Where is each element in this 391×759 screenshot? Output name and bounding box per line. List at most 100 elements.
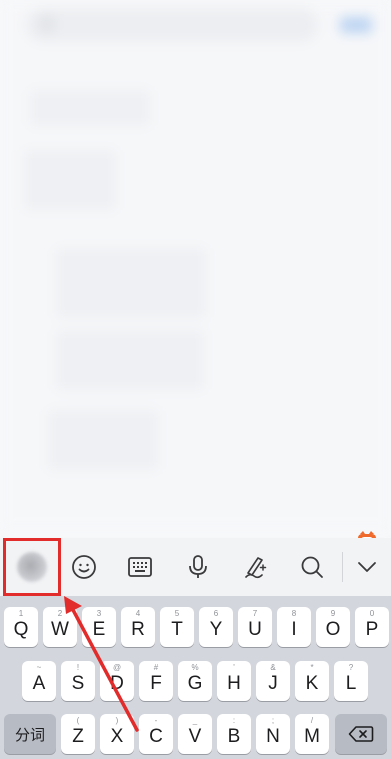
- voice-input-button[interactable]: [173, 538, 223, 596]
- keyboard-switch-button[interactable]: [115, 538, 165, 596]
- handwriting-icon: [245, 557, 267, 579]
- key-label: J: [268, 673, 278, 694]
- key-label: P: [365, 619, 379, 640]
- key-hint: 8: [291, 609, 297, 618]
- key-c[interactable]: -C: [139, 714, 173, 754]
- key-q[interactable]: 1Q: [4, 607, 38, 647]
- key-label: Z: [72, 726, 84, 747]
- key-hint: ': [233, 663, 235, 672]
- blurred-block: [30, 90, 150, 126]
- key-hint: @: [112, 663, 122, 672]
- key-hint: 7: [252, 609, 258, 618]
- key-row-1: 1Q 2W 3E 4R 5T 6Y 7U 8I 9O 0P: [0, 607, 391, 651]
- key-label: I: [291, 619, 297, 640]
- key-p[interactable]: 0P: [355, 607, 389, 647]
- backspace-key[interactable]: [335, 714, 387, 754]
- key-label: K: [305, 673, 319, 694]
- key-k[interactable]: * K: [295, 661, 329, 701]
- blurred-block: [24, 150, 116, 210]
- key-hint: (: [76, 716, 80, 725]
- key-i[interactable]: 8I: [277, 607, 311, 647]
- key-n[interactable]: ; N: [256, 714, 290, 754]
- blurred-block: [56, 248, 206, 318]
- key-a[interactable]: ~ A: [22, 661, 56, 701]
- search-button[interactable]: [287, 538, 337, 596]
- blurred-block: [56, 330, 204, 390]
- keyboard-toolbar: [0, 538, 391, 596]
- blurred-action-button: [340, 17, 372, 33]
- chevron-down-icon: [358, 562, 376, 572]
- key-g[interactable]: % G: [178, 661, 212, 701]
- key-hint: 9: [330, 609, 336, 618]
- key-l[interactable]: ? L: [334, 661, 368, 701]
- soft-keyboard: 1Q 2W 3E 4R 5T 6Y 7U 8I 9O 0P ~ A ! S @ D #…: [0, 538, 391, 759]
- key-x[interactable]: ) X: [100, 714, 134, 754]
- key-label: N: [266, 726, 280, 747]
- segment-key-label: 分词: [14, 726, 45, 744]
- key-f[interactable]: # F: [139, 661, 173, 701]
- key-hint: ?: [348, 663, 354, 672]
- key-label: G: [187, 673, 203, 694]
- key-hint: #: [153, 663, 159, 672]
- key-label: Q: [13, 619, 29, 640]
- key-o[interactable]: 9O: [316, 607, 350, 647]
- search-icon: [301, 556, 323, 578]
- key-hint: 6: [213, 609, 219, 618]
- app-logo-button[interactable]: [7, 538, 57, 596]
- key-u[interactable]: 7U: [238, 607, 272, 647]
- key-label: M: [304, 726, 320, 747]
- key-hint: _: [192, 716, 198, 725]
- emoji-button[interactable]: [59, 538, 109, 596]
- key-label: R: [131, 619, 145, 640]
- key-j[interactable]: & J: [256, 661, 290, 701]
- key-d[interactable]: @ D: [100, 661, 134, 701]
- key-hint: :: [232, 716, 236, 725]
- key-label: F: [150, 673, 162, 694]
- key-hint: &: [270, 663, 276, 672]
- keyboard-icon: [128, 557, 152, 577]
- key-r[interactable]: 4R: [121, 607, 155, 647]
- key-w[interactable]: 2W: [43, 607, 77, 647]
- key-m[interactable]: / M: [295, 714, 329, 754]
- microphone-icon: [189, 555, 207, 578]
- key-label: Y: [209, 619, 223, 640]
- key-hint: -: [154, 716, 158, 725]
- key-hint: /: [310, 716, 314, 725]
- key-e[interactable]: 3E: [82, 607, 116, 647]
- key-label: C: [149, 726, 163, 747]
- key-label: T: [171, 619, 183, 640]
- key-label: X: [110, 726, 124, 747]
- key-row-2: ~ A ! S @ D # F % G ' H & J * K ? L: [0, 661, 391, 705]
- key-hint: !: [76, 663, 80, 672]
- key-label: E: [92, 619, 106, 640]
- key-z[interactable]: (Z: [61, 714, 95, 754]
- key-label: O: [325, 619, 341, 640]
- key-hint: 2: [57, 609, 63, 618]
- key-t[interactable]: 5T: [160, 607, 194, 647]
- collapse-keyboard-button[interactable]: [343, 538, 391, 596]
- key-label: V: [188, 726, 202, 747]
- key-hint: 0: [369, 609, 375, 618]
- key-b[interactable]: :B: [217, 714, 251, 754]
- key-y[interactable]: 6Y: [199, 607, 233, 647]
- key-hint: 3: [96, 609, 102, 618]
- app-logo-icon: [17, 552, 47, 582]
- key-label: H: [227, 673, 241, 694]
- key-label: D: [110, 673, 124, 694]
- key-label: W: [51, 619, 69, 640]
- key-hint: 1: [18, 609, 24, 618]
- backspace-icon: [348, 726, 374, 742]
- blurred-search-icon: [40, 17, 54, 31]
- key-hint: ;: [271, 716, 275, 725]
- key-v[interactable]: _ V: [178, 714, 212, 754]
- segment-key[interactable]: 分词: [4, 714, 56, 754]
- key-hint: ~: [36, 663, 42, 672]
- handwriting-button[interactable]: [230, 538, 280, 596]
- key-hint: *: [310, 663, 314, 672]
- key-label: B: [227, 726, 241, 747]
- key-label: A: [32, 673, 46, 694]
- key-h[interactable]: ' H: [217, 661, 251, 701]
- key-s[interactable]: ! S: [61, 661, 95, 701]
- key-hint: 5: [174, 609, 180, 618]
- key-row-3: 分词 (Z ) X -C _ V :B ; N / M: [0, 714, 391, 758]
